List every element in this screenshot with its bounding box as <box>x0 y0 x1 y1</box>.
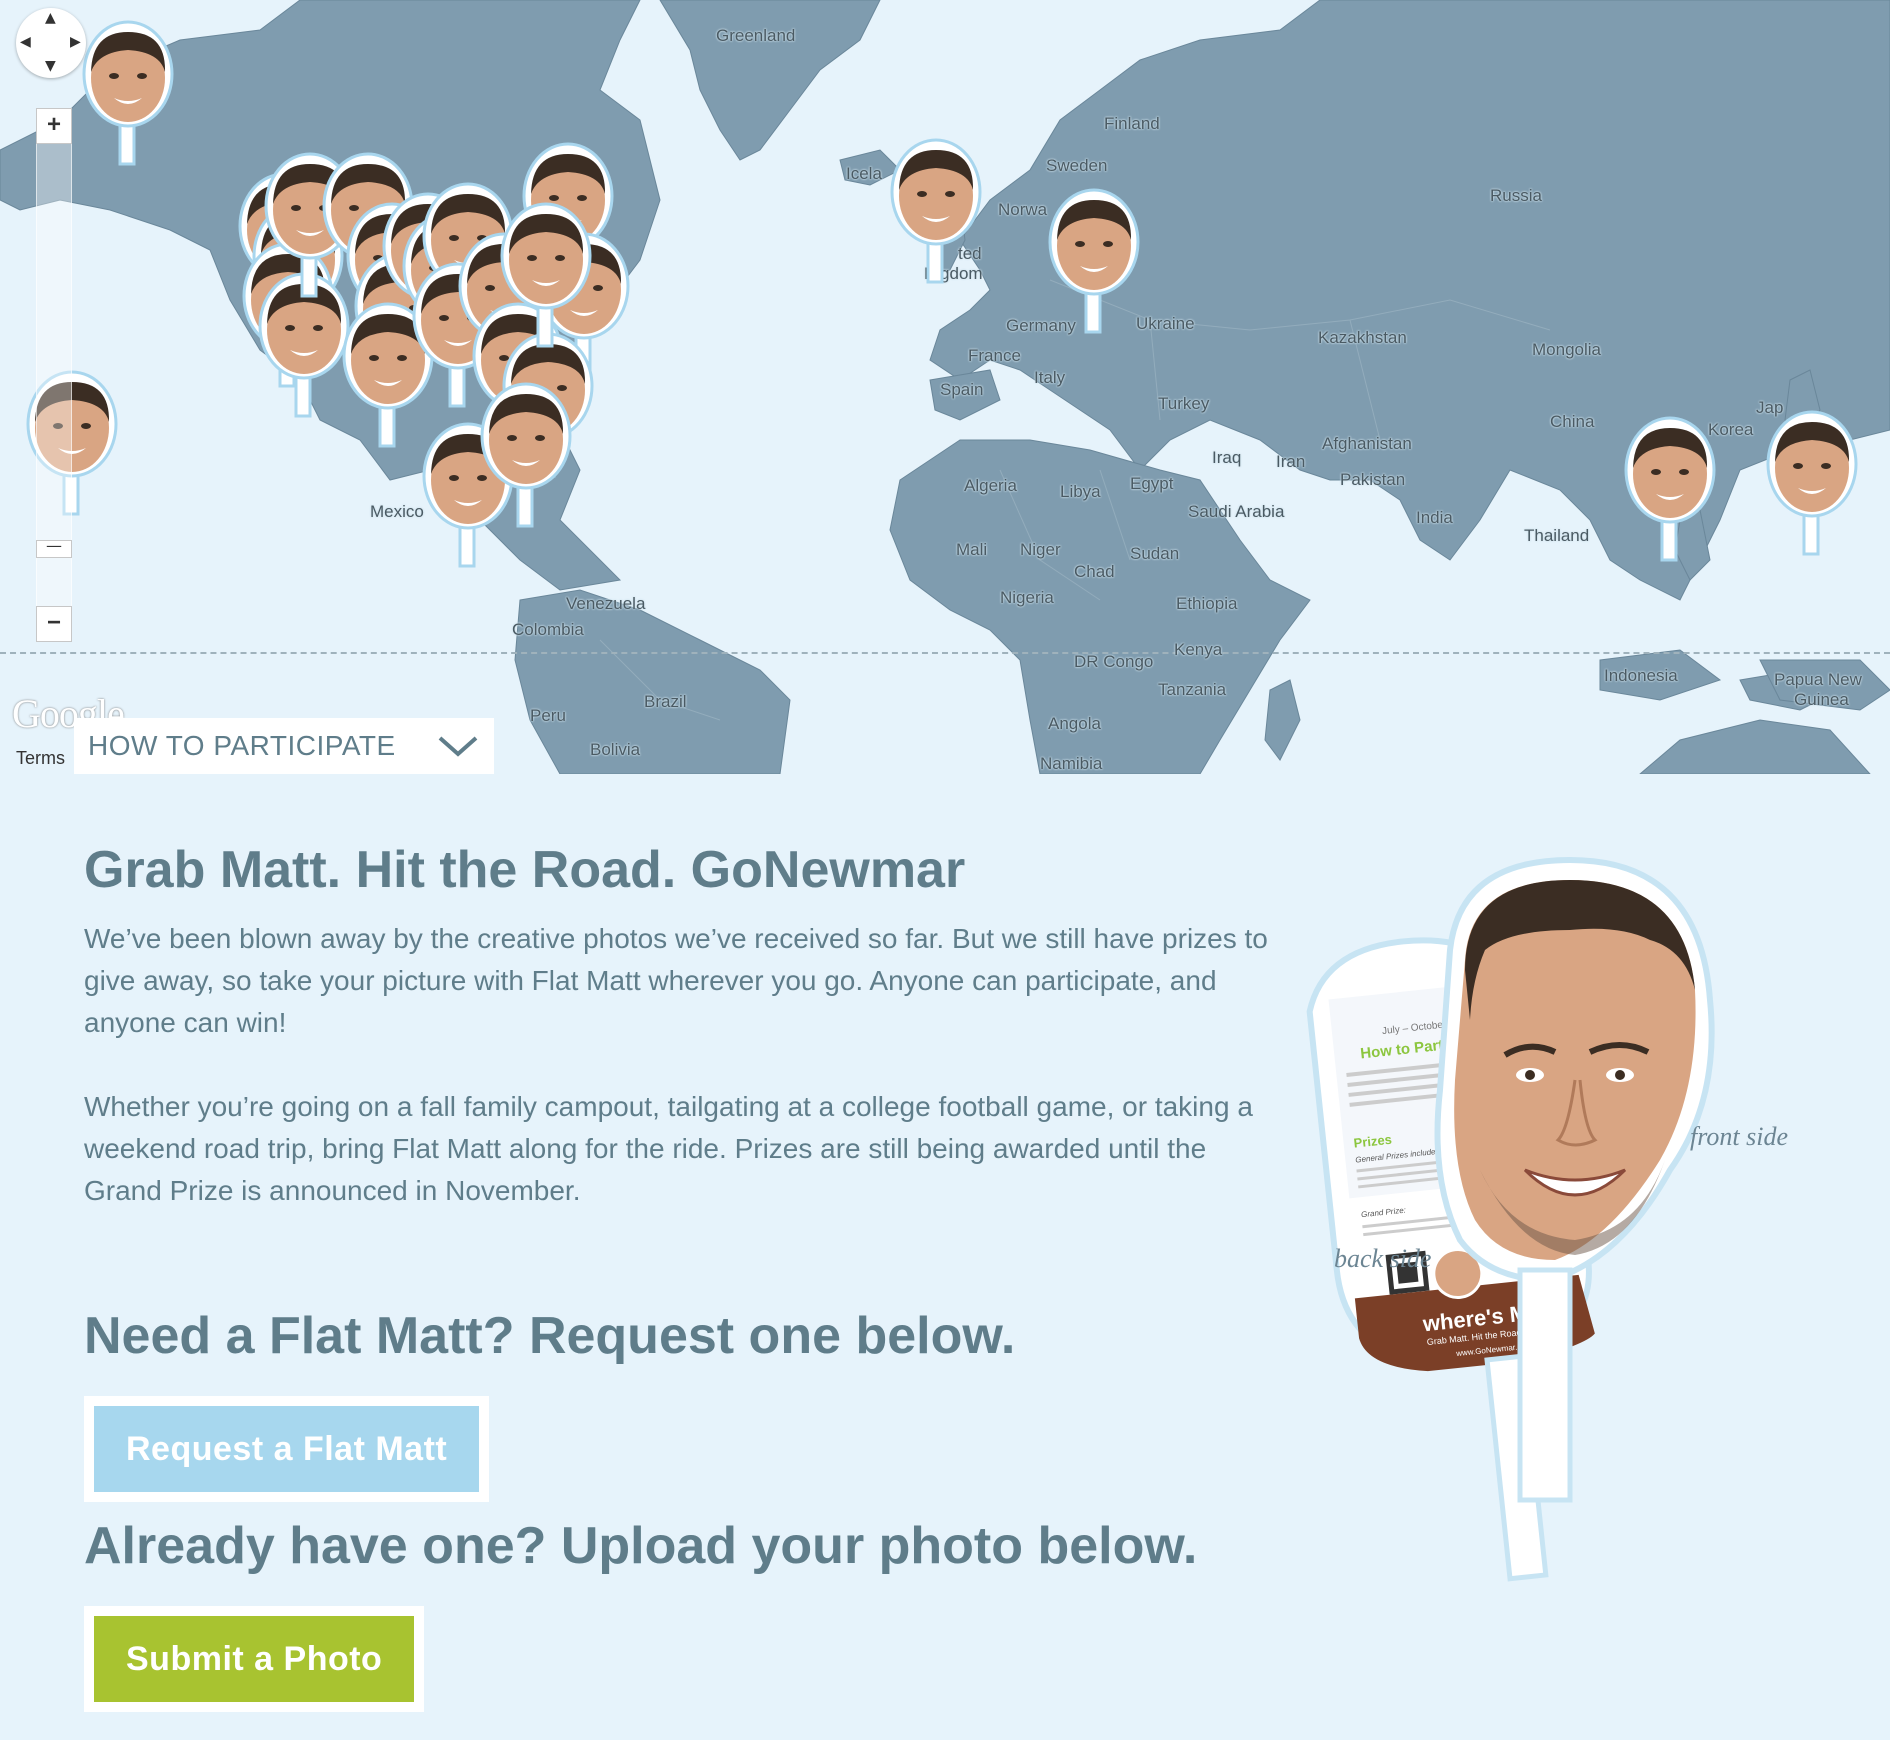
map-label: Iraq <box>1212 448 1242 467</box>
map-label: Mongolia <box>1532 340 1601 359</box>
submit-button-frame: Submit a Photo <box>84 1606 425 1712</box>
how-to-participate-label: HOW TO PARTICIPATE <box>88 730 396 761</box>
map-label: Namibia <box>1040 754 1103 773</box>
map-label: Guinea <box>1794 690 1849 709</box>
map-label: China <box>1550 412 1595 431</box>
map-label: Peru <box>530 706 566 725</box>
intro-paragraph: We’ve been blown away by the creative ph… <box>84 923 1268 1038</box>
chevron-down-icon <box>436 732 480 760</box>
upload-heading: Already have one? Upload your photo belo… <box>84 1517 1198 1575</box>
map-label: Finland <box>1104 114 1160 133</box>
map-label: Kenya <box>1174 640 1223 659</box>
flat-matt-front-side <box>1434 856 1715 1503</box>
zoom-slider-handle[interactable]: — <box>36 538 72 558</box>
map-label: Papua New <box>1774 670 1862 689</box>
map-label: France <box>968 346 1021 365</box>
map-label: Nigeria <box>1000 588 1054 607</box>
map-label: Pakistan <box>1340 470 1406 489</box>
map-label: Egypt <box>1130 474 1174 493</box>
equator-line <box>0 652 1890 654</box>
map-label: Brazil <box>644 692 687 711</box>
flat-matt-marker-icon[interactable] <box>478 380 574 530</box>
pan-up-icon[interactable]: ▲ <box>45 10 56 26</box>
map-label: Sudan <box>1130 544 1180 563</box>
map-label: Indonesia <box>1604 666 1678 685</box>
flat-matt-marker-icon[interactable] <box>1764 408 1860 558</box>
map-label: Russia <box>1490 186 1542 205</box>
request-flat-matt-button[interactable]: Request a Flat Matt <box>94 1406 480 1492</box>
map-label: Turkey <box>1158 394 1210 413</box>
flat-matt-marker-icon[interactable] <box>1046 186 1142 336</box>
submit-photo-button[interactable]: Submit a Photo <box>94 1616 415 1702</box>
map-label: Libya <box>1060 482 1101 501</box>
map-label: Kazakhstan <box>1318 328 1407 347</box>
map-label: Ethiopia <box>1176 594 1238 613</box>
details-paragraph: Whether you’re going on a fall family ca… <box>84 1091 1253 1206</box>
map-label: Venezuela <box>566 594 646 613</box>
map-label: India <box>1416 508 1453 527</box>
pan-right-icon[interactable]: ▶ <box>70 34 81 50</box>
map-label: Niger <box>1020 540 1061 559</box>
map-label: Ukraine <box>1136 314 1195 333</box>
map-label: DR Congo <box>1074 652 1154 671</box>
map-label: Thailand <box>1524 526 1590 545</box>
map-label: Chad <box>1074 562 1115 581</box>
map-label: Greenland <box>716 26 796 45</box>
flat-matt-marker-icon[interactable] <box>1622 414 1718 564</box>
pan-control[interactable]: ▲ ▼ ◀ ▶ <box>16 8 86 78</box>
map-label: Mexico <box>370 502 424 521</box>
map-label: Italy <box>1034 368 1066 387</box>
request-heading: Need a Flat Matt? Request one below. <box>84 1307 1016 1365</box>
request-button-frame: Request a Flat Matt <box>84 1396 490 1502</box>
pan-left-icon[interactable]: ◀ <box>20 34 31 50</box>
flat-matt-marker-icon[interactable] <box>888 136 984 286</box>
map-label: Angola <box>1048 714 1101 733</box>
map-label: Iran <box>1276 452 1306 471</box>
map-label: Algeria <box>964 476 1017 495</box>
front-side-caption: front side <box>1690 1122 1788 1151</box>
map-label: Saudi Arabia <box>1188 502 1285 521</box>
flat-matt-illustration: July – October 2013 How to Participate P… <box>1290 840 1820 1620</box>
flat-matt-marker-icon[interactable] <box>80 18 176 168</box>
map-label: Spain <box>940 380 984 399</box>
map-label: Icela <box>846 164 882 183</box>
map-label: Afghanistan <box>1322 434 1412 453</box>
how-to-participate-toggle[interactable]: HOW TO PARTICIPATE <box>74 718 494 774</box>
zoom-in-button[interactable]: + <box>36 108 72 144</box>
zoom-slider-track[interactable] <box>36 110 72 642</box>
back-side-caption: back side <box>1334 1244 1432 1273</box>
map-label: Colombia <box>512 620 584 639</box>
map-label: Bolivia <box>590 740 641 759</box>
world-map[interactable]: Greenland Finland Sweden Icela Norwa Rus… <box>0 0 1890 774</box>
map-label: Mali <box>956 540 988 559</box>
map-label: Sweden <box>1046 156 1108 175</box>
zoom-out-button[interactable]: − <box>36 606 72 642</box>
terms-link[interactable]: Terms <box>16 748 65 769</box>
map-label: Tanzania <box>1158 680 1227 699</box>
map-label: Norwa <box>998 200 1048 219</box>
page-headline: Grab Matt. Hit the Road. GoNewmar <box>84 841 966 899</box>
flat-matt-marker-icon[interactable] <box>498 200 594 350</box>
pan-down-icon[interactable]: ▼ <box>45 58 56 74</box>
